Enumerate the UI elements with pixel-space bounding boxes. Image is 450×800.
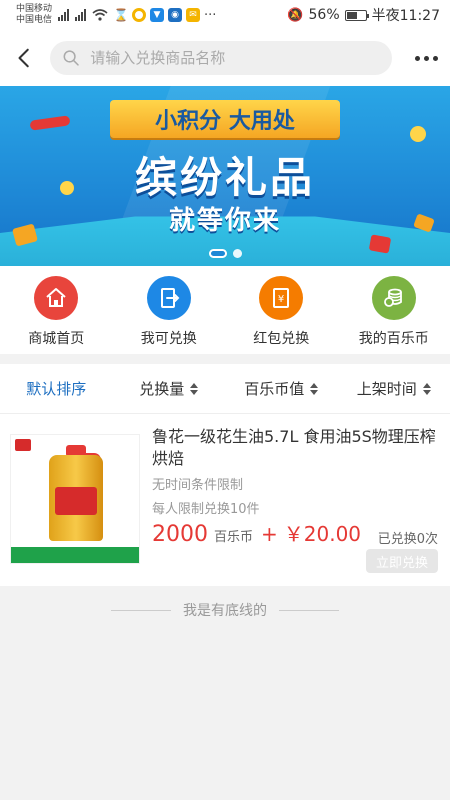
status-bar: 中国移动 中国电信 ⌛ ▼ ◉ ✉ ··· 🔕 56% 半夜11:27 — [0, 0, 450, 30]
product-card[interactable]: 鲁花一级花生油5.7L 食用油5S物理压榨烘焙 无时间条件限制 每人限制兑换10… — [0, 414, 450, 586]
time-limit: 无时间条件限制 — [152, 478, 244, 493]
exchange-icon — [146, 276, 191, 320]
end-of-list: 我是有底线的 — [0, 600, 450, 620]
sort-by-exchange-count[interactable]: 兑换量 — [113, 378, 226, 399]
points-unit: 百乐币 — [214, 530, 254, 545]
sort-arrows-icon — [190, 382, 199, 395]
lock-app-icon: ◉ — [168, 8, 183, 22]
sort-label: 上架时间 — [356, 380, 417, 398]
product-title[interactable]: 鲁花一级花生油5.7L 食用油5S物理压榨烘焙 — [152, 426, 442, 470]
banner-title: 缤纷礼品 — [134, 153, 315, 202]
carrier-1: 中国移动 — [16, 4, 53, 14]
plane-decoration — [29, 115, 71, 131]
signal-icon — [58, 9, 70, 21]
quick-link-home[interactable]: 商城首页 — [0, 266, 113, 354]
red-packet-icon: ¥ — [259, 276, 304, 320]
more-dot — [423, 55, 429, 61]
banner-subtitle: 就等你来 — [168, 206, 281, 236]
quick-link-exchangeable[interactable]: 我可兑换 — [113, 266, 226, 354]
quick-link-my-coins[interactable]: 我的百乐币 — [338, 266, 450, 354]
sort-arrows-icon — [310, 382, 319, 395]
sort-label: 默认排序 — [26, 380, 87, 398]
image-footer-band — [11, 547, 139, 563]
battery-icon — [344, 9, 369, 21]
search-icon — [63, 50, 79, 66]
sort-by-listing-time[interactable]: 上架时间 — [338, 378, 450, 399]
divider — [279, 609, 339, 611]
sort-bar: 默认排序 兑换量 百乐币值 上架时间 — [0, 364, 450, 414]
clock: 半夜11:27 — [371, 8, 440, 24]
quick-link-label: 商城首页 — [28, 331, 85, 347]
store-logo-icon — [15, 439, 31, 451]
wifi-icon — [92, 9, 108, 21]
sort-label: 百乐币值 — [244, 380, 305, 398]
quick-link-label: 我的百乐币 — [358, 331, 429, 347]
svg-text:¥: ¥ — [278, 294, 284, 305]
sort-label: 兑换量 — [139, 380, 185, 398]
redeem-now-button[interactable]: 立即兑换 — [366, 549, 438, 573]
carousel-dot[interactable] — [232, 249, 242, 258]
app-notify-icon — [132, 8, 147, 22]
redeemed-count: 已兑换0次 — [377, 532, 438, 547]
per-person-limit: 每人限制兑换10件 — [152, 502, 260, 517]
more-dot — [414, 55, 420, 61]
chevron-left-icon — [18, 48, 29, 68]
end-text: 我是有底线的 — [183, 603, 267, 619]
mute-icon: 🔕 — [287, 7, 304, 23]
hourglass-icon: ⌛ — [113, 8, 129, 22]
back-button[interactable] — [0, 30, 50, 86]
quick-link-label: 红包兑换 — [253, 331, 310, 347]
quick-links: 商城首页 我可兑换 ¥ 红包兑换 我的百乐币 — [0, 266, 450, 354]
more-notifications-icon: ··· — [204, 7, 217, 23]
shield-app-icon: ▼ — [150, 8, 165, 22]
nav-bar — [0, 30, 450, 86]
search-input[interactable] — [90, 49, 392, 67]
more-dot — [432, 55, 438, 61]
carrier-info: 中国移动 中国电信 — [16, 4, 52, 26]
points-price: 2000 — [152, 522, 208, 547]
cash-price: ￥20.00 — [283, 522, 362, 546]
quick-link-label: 我可兑换 — [140, 331, 197, 347]
mail-icon: ✉ — [186, 8, 201, 22]
coins-icon — [371, 276, 416, 320]
signal-icon-2 — [75, 9, 87, 21]
divider — [111, 609, 171, 611]
quick-link-red-packet[interactable]: ¥ 红包兑换 — [225, 266, 338, 354]
sort-default[interactable]: 默认排序 — [0, 378, 113, 399]
price-row: 2000 百乐币 + ￥20.00 — [152, 518, 361, 547]
carousel-indicator — [0, 249, 450, 258]
home-icon — [34, 276, 79, 320]
bottle-label — [55, 487, 97, 515]
sort-arrows-icon — [422, 382, 431, 395]
promo-banner[interactable]: 小积分 大用处 缤纷礼品 就等你来 — [0, 86, 450, 266]
carrier-2: 中国电信 — [16, 15, 53, 25]
plus-sign: + — [261, 522, 278, 546]
product-image[interactable] — [10, 434, 140, 564]
search-box[interactable] — [50, 41, 392, 75]
coin-decoration — [410, 126, 426, 142]
carousel-dot-active[interactable] — [208, 249, 227, 258]
more-menu-button[interactable] — [402, 30, 450, 86]
banner-ribbon: 小积分 大用处 — [110, 100, 340, 138]
battery-percent: 56% — [308, 7, 340, 23]
sort-by-coin-value[interactable]: 百乐币值 — [225, 378, 338, 399]
